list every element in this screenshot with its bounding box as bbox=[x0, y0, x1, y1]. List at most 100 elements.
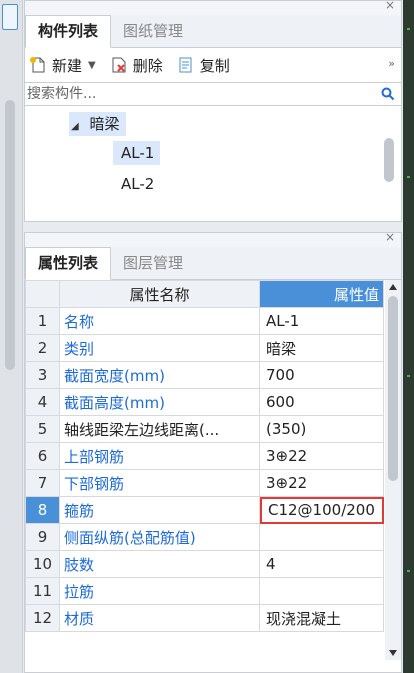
component-search bbox=[25, 82, 401, 106]
component-list-panel: × 构件列表 图纸管理 新建 ▼ 删除 复制 » 搜索构件... ◢ 暗梁 AL… bbox=[24, 0, 402, 222]
tree-node-label: 暗梁 bbox=[89, 115, 120, 133]
table-row-selected[interactable]: 8 箍筋 C12@100/200 bbox=[25, 496, 384, 524]
row-index: 5 bbox=[25, 415, 60, 443]
table-row[interactable]: 12 材质 现浇混凝土 bbox=[25, 604, 384, 632]
table-row[interactable]: 2 类别 暗梁 bbox=[25, 334, 384, 362]
close-icon[interactable]: × bbox=[385, 230, 395, 244]
tab-layer-management[interactable]: 图层管理 bbox=[111, 248, 195, 279]
property-name: 上部钢筋 bbox=[59, 442, 260, 470]
property-name: 肢数 bbox=[59, 550, 260, 578]
tab-property-list[interactable]: 属性列表 bbox=[25, 247, 112, 280]
tree-item-al-2[interactable]: AL-2 bbox=[113, 172, 160, 196]
property-name: 侧面纵筋(总配筋值) bbox=[59, 523, 260, 551]
table-header-row: 属性名称 属性值 bbox=[25, 280, 384, 308]
dock-toggle-icon[interactable] bbox=[2, 4, 18, 30]
tree-collapse-icon[interactable]: ◢ bbox=[71, 121, 79, 132]
row-index: 10 bbox=[25, 550, 60, 578]
table-row[interactable]: 3 截面宽度(mm) 700 bbox=[25, 361, 384, 389]
table-row[interactable]: 9 侧面纵筋(总配筋值) bbox=[25, 523, 384, 551]
scroll-up-arrow-icon[interactable] bbox=[389, 284, 397, 290]
property-scrollbar[interactable] bbox=[385, 280, 401, 660]
property-value[interactable] bbox=[259, 577, 384, 605]
property-name: 拉筋 bbox=[59, 577, 260, 605]
copy-button[interactable]: 复制 bbox=[177, 55, 230, 76]
property-name: 材质 bbox=[59, 604, 260, 632]
property-name: 轴线距梁左边线距离(... bbox=[59, 415, 260, 443]
delete-button[interactable]: 删除 bbox=[110, 55, 163, 76]
new-file-icon bbox=[30, 57, 45, 73]
canvas-marker bbox=[407, 176, 410, 178]
table-row[interactable]: 1 名称 AL-1 bbox=[25, 307, 384, 335]
delete-icon bbox=[112, 57, 126, 73]
left-scrollbar-thumb[interactable] bbox=[5, 100, 15, 370]
property-name: 截面宽度(mm) bbox=[59, 361, 260, 389]
left-dock-strip bbox=[0, 0, 23, 673]
tab-drawing-management[interactable]: 图纸管理 bbox=[111, 16, 195, 47]
component-tree: ◢ 暗梁 AL-1 AL-2 bbox=[25, 106, 401, 222]
new-button-label: 新建 bbox=[52, 56, 83, 75]
property-value[interactable]: 4 bbox=[259, 550, 384, 578]
property-value[interactable]: AL-1 bbox=[259, 307, 384, 335]
table-row[interactable]: 6 上部钢筋 3⊕22 bbox=[25, 442, 384, 470]
table-row[interactable]: 7 下部钢筋 3⊕22 bbox=[25, 469, 384, 497]
property-name: 类别 bbox=[59, 334, 260, 362]
property-name: 名称 bbox=[59, 307, 260, 335]
property-value[interactable]: 3⊕22 bbox=[259, 442, 384, 470]
copy-icon bbox=[179, 57, 192, 73]
component-toolbar: 新建 ▼ 删除 复制 » bbox=[25, 48, 401, 82]
property-value-header: 属性值 bbox=[259, 280, 384, 308]
property-name: 下部钢筋 bbox=[59, 469, 260, 497]
close-icon[interactable]: × bbox=[385, 0, 395, 12]
property-value[interactable]: (350) bbox=[259, 415, 384, 443]
property-list-panel: × 属性列表 图层管理 属性名称 属性值 1 名称 AL-1 2 类别 暗梁 3 截面宽度… bbox=[24, 230, 402, 673]
delete-button-label: 删除 bbox=[132, 56, 163, 75]
row-index: 2 bbox=[25, 334, 60, 362]
property-name-header: 属性名称 bbox=[59, 280, 260, 308]
property-value-editing[interactable]: C12@100/200 bbox=[259, 496, 384, 524]
canvas-marker bbox=[407, 375, 410, 377]
property-value[interactable]: 700 bbox=[259, 361, 384, 389]
search-input[interactable] bbox=[27, 86, 381, 102]
canvas-marker bbox=[407, 570, 410, 572]
index-header bbox=[25, 280, 60, 308]
drawing-canvas-edge bbox=[403, 0, 414, 673]
property-value[interactable]: 现浇混凝土 bbox=[259, 604, 384, 632]
table-row[interactable]: 11 拉筋 bbox=[25, 577, 384, 605]
property-table: 属性名称 属性值 1 名称 AL-1 2 类别 暗梁 3 截面宽度(mm) 700 4 截面高… bbox=[25, 280, 384, 632]
row-index: 4 bbox=[25, 388, 60, 416]
row-index: 6 bbox=[25, 442, 60, 470]
row-index: 7 bbox=[25, 469, 60, 497]
row-index: 1 bbox=[25, 307, 60, 335]
panel-titlebar: × bbox=[25, 0, 401, 15]
copy-button-label: 复制 bbox=[199, 56, 230, 75]
scrollbar-thumb[interactable] bbox=[388, 296, 398, 481]
property-value[interactable]: 3⊕22 bbox=[259, 469, 384, 497]
tree-scrollbar-thumb[interactable] bbox=[384, 138, 394, 182]
row-index: 11 bbox=[25, 577, 60, 605]
panel-titlebar: × bbox=[25, 230, 401, 247]
property-table-wrap: 属性名称 属性值 1 名称 AL-1 2 类别 暗梁 3 截面宽度(mm) 700 4 截面高… bbox=[25, 280, 401, 660]
property-value[interactable]: 600 bbox=[259, 388, 384, 416]
tree-item-al-1[interactable]: AL-1 bbox=[113, 141, 161, 165]
property-tabs: 属性列表 图层管理 bbox=[25, 247, 401, 280]
table-row[interactable]: 10 肢数 4 bbox=[25, 550, 384, 578]
canvas-marker bbox=[407, 28, 410, 30]
new-button[interactable]: 新建 ▼ bbox=[29, 55, 96, 76]
property-value[interactable] bbox=[259, 523, 384, 551]
tree-node-hidden-beam[interactable]: ◢ 暗梁 bbox=[69, 112, 126, 136]
tab-component-list[interactable]: 构件列表 bbox=[25, 15, 112, 48]
component-tabs: 构件列表 图纸管理 bbox=[25, 15, 401, 48]
toolbar-overflow-icon[interactable]: » bbox=[388, 57, 395, 70]
table-row[interactable]: 4 截面高度(mm) 600 bbox=[25, 388, 384, 416]
row-index: 8 bbox=[25, 496, 60, 524]
row-index: 12 bbox=[25, 604, 60, 632]
chevron-down-icon[interactable]: ▼ bbox=[88, 60, 96, 71]
property-value[interactable]: 暗梁 bbox=[259, 334, 384, 362]
search-icon[interactable] bbox=[381, 87, 395, 101]
property-name: 截面高度(mm) bbox=[59, 388, 260, 416]
scroll-down-arrow-icon[interactable] bbox=[389, 650, 397, 656]
row-index: 3 bbox=[25, 361, 60, 389]
table-row[interactable]: 5 轴线距梁左边线距离(... (350) bbox=[25, 415, 384, 443]
property-name: 箍筋 bbox=[59, 496, 260, 524]
row-index: 9 bbox=[25, 523, 60, 551]
